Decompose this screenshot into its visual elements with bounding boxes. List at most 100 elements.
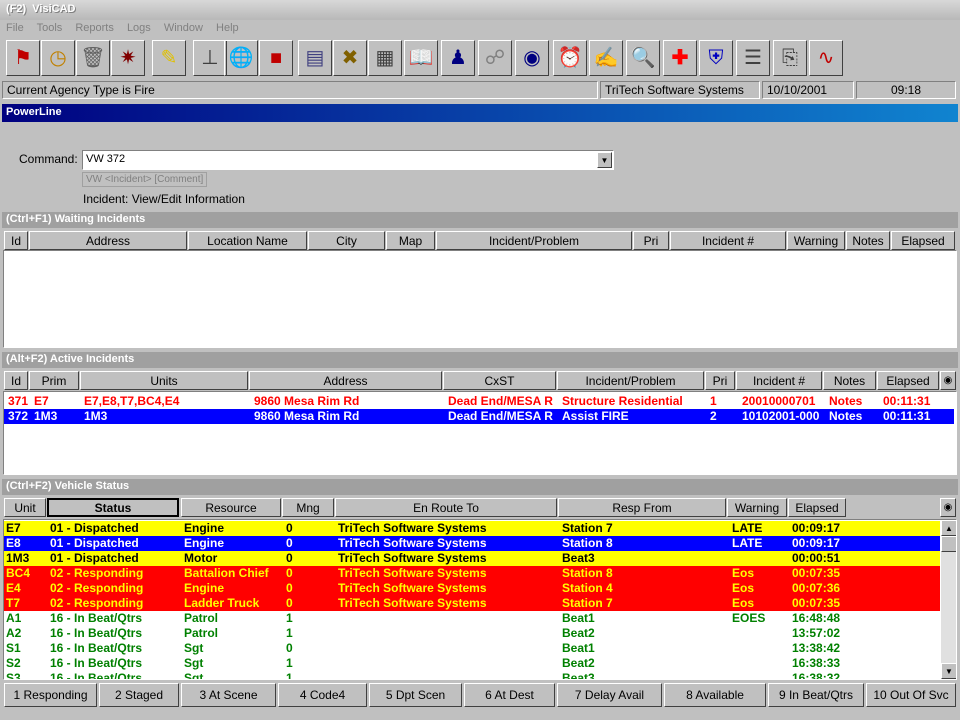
menu-window[interactable]: Window xyxy=(164,22,203,34)
col-unit[interactable]: Unit xyxy=(4,498,46,517)
table-row[interactable]: E8 01 - Dispatched Engine 0 TriTech Software… xyxy=(4,536,940,551)
col-elapsed[interactable]: Elapsed xyxy=(891,231,955,250)
table-row[interactable]: S2 16 - In Beat/Qtrs Sgt 1 Beat2 16:38:33 xyxy=(4,656,940,671)
table-row[interactable]: BC4 02 - Responding Battalion Chief 0 TriTec… xyxy=(4,566,940,581)
chevron-down-icon[interactable]: ▼ xyxy=(597,152,612,168)
col-map[interactable]: Map xyxy=(386,231,435,250)
menu-logs[interactable]: Logs xyxy=(127,22,151,34)
col-resp-from[interactable]: Resp From xyxy=(558,498,726,517)
cell-enroute: TriTech Software Systems xyxy=(338,596,487,610)
cell-unit: T7 xyxy=(6,596,21,610)
col-warning[interactable]: Warning xyxy=(727,498,787,517)
cell-unit: S3 xyxy=(6,671,21,680)
responding-button[interactable]: 1 Responding xyxy=(4,683,97,707)
menu-help[interactable]: Help xyxy=(216,22,239,34)
col-incident-number[interactable]: Incident # xyxy=(736,371,822,390)
antenna-icon[interactable]: ⊥ xyxy=(193,40,227,76)
col-id[interactable]: Id xyxy=(4,231,28,250)
col-incident-problem[interactable]: Incident/Problem xyxy=(557,371,704,390)
red-flag-icon[interactable]: ⚑ xyxy=(6,40,40,76)
code4-button[interactable]: 4 Code4 xyxy=(278,683,367,707)
shield-icon[interactable]: ⛨ xyxy=(699,40,733,76)
binoculars-icon[interactable]: ◉ xyxy=(940,371,956,390)
col-units[interactable]: Units xyxy=(80,371,248,390)
command-input[interactable]: VW 372 ▼ xyxy=(82,150,614,170)
col-warning[interactable]: Warning xyxy=(787,231,845,250)
col-id[interactable]: Id xyxy=(4,371,28,390)
col-address[interactable]: Address xyxy=(29,231,187,250)
table-row[interactable]: E4 02 - Responding Engine 0 TriTech Software… xyxy=(4,581,940,596)
menu-reports[interactable]: Reports xyxy=(75,22,114,34)
in-beat-qtrs-button[interactable]: 9 In Beat/Qtrs xyxy=(768,683,864,707)
active-incidents-list[interactable]: 371 E7 E7,E8,T7,BC4,E4 9860 Mesa Rim Rd … xyxy=(3,391,957,475)
table-row[interactable]: A2 16 - In Beat/Qtrs Patrol 1 Beat2 13:57:02 xyxy=(4,626,940,641)
cell-status: 02 - Responding xyxy=(50,566,144,580)
toolbar: ⚑ ◷ 🗑 ✷ ✎ ⊥ 🌐 ■ ▤ ✖ ▦ 📖 ♟ ☍ ◉ ⏰ ✍ 🔍 ✚ ⛨ … xyxy=(0,38,960,80)
menu-file[interactable]: File xyxy=(6,22,24,34)
cell-id: 372 xyxy=(8,409,29,423)
table-row[interactable]: S3 16 - In Beat/Qtrs Sgt 1 Beat3 16:38:32 xyxy=(4,671,940,680)
col-mng[interactable]: Mng xyxy=(282,498,334,517)
col-incident-number[interactable]: Incident # xyxy=(670,231,786,250)
link-icon[interactable]: ☍ xyxy=(478,40,512,76)
out-of-svc-button[interactable]: 10 Out Of Svc xyxy=(866,683,956,707)
col-status[interactable]: Status xyxy=(47,498,179,517)
dpt-scen-button[interactable]: 5 Dpt Scen xyxy=(369,683,462,707)
alarm-icon[interactable]: ⏰ xyxy=(553,40,587,76)
col-pri[interactable]: Pri xyxy=(633,231,669,250)
network-icon[interactable]: ✷ xyxy=(111,40,145,76)
red-cross-icon[interactable]: ✚ xyxy=(663,40,697,76)
vertical-scrollbar[interactable]: ▲ ▼ xyxy=(941,520,956,679)
staged-button[interactable]: 2 Staged xyxy=(99,683,179,707)
col-resource[interactable]: Resource xyxy=(181,498,281,517)
col-pri[interactable]: Pri xyxy=(705,371,735,390)
tools-icon[interactable]: ✖ xyxy=(333,40,367,76)
scroll-down-icon[interactable]: ▼ xyxy=(941,663,956,679)
report-icon[interactable]: ▦ xyxy=(368,40,402,76)
table-row[interactable]: T7 02 - Responding Ladder Truck 0 TriTech So… xyxy=(4,596,940,611)
cell-mng: 1 xyxy=(286,611,293,625)
clock-icon[interactable]: ◷ xyxy=(41,40,75,76)
col-notes[interactable]: Notes xyxy=(846,231,890,250)
waiting-incidents-list[interactable] xyxy=(3,250,957,348)
col-notes[interactable]: Notes xyxy=(823,371,876,390)
cell-elapsed: 16:38:32 xyxy=(792,671,841,680)
delay-avail-button[interactable]: 7 Delay Avail xyxy=(557,683,662,707)
table-row[interactable]: E7 01 - Dispatched Engine 0 TriTech Software… xyxy=(4,521,940,536)
table-row[interactable]: 1M3 01 - Dispatched Motor 0 TriTech Software… xyxy=(4,551,940,566)
col-incident-problem[interactable]: Incident/Problem xyxy=(436,231,632,250)
table-row[interactable]: 371 E7 E7,E8,T7,BC4,E4 9860 Mesa Rim Rd … xyxy=(4,394,954,409)
binoculars-icon[interactable]: ◉ xyxy=(940,498,956,517)
scroll-up-icon[interactable]: ▲ xyxy=(941,520,956,536)
available-button[interactable]: 8 Available xyxy=(664,683,766,707)
paper-icon[interactable]: ⎘ xyxy=(773,40,807,76)
trash-icon[interactable]: 🗑 xyxy=(76,40,110,76)
table-row[interactable]: 372 1M3 1M3 9860 Mesa Rim Rd Dead End/ME… xyxy=(4,409,954,424)
col-elapsed[interactable]: Elapsed xyxy=(877,371,939,390)
col-cxst[interactable]: CxST xyxy=(443,371,556,390)
firetruck-icon[interactable]: ■ xyxy=(259,40,293,76)
col-elapsed[interactable]: Elapsed xyxy=(788,498,846,517)
chart-icon[interactable]: ∿ xyxy=(809,40,843,76)
pencil-icon[interactable]: ✎ xyxy=(152,40,186,76)
eye-icon[interactable]: ◉ xyxy=(515,40,549,76)
col-en-route-to[interactable]: En Route To xyxy=(335,498,557,517)
edit-icon[interactable]: ✍ xyxy=(589,40,623,76)
list-icon[interactable]: ☰ xyxy=(736,40,770,76)
book-icon[interactable]: 📖 xyxy=(404,40,438,76)
table-row[interactable]: A1 16 - In Beat/Qtrs Patrol 1 Beat1 EOES 16:48… xyxy=(4,611,940,626)
search-icon[interactable]: 🔍 xyxy=(626,40,660,76)
col-location-name[interactable]: Location Name xyxy=(188,231,307,250)
stack-icon[interactable]: ▤ xyxy=(298,40,332,76)
vehicle-status-list[interactable]: E7 01 - Dispatched Engine 0 TriTech Software… xyxy=(3,519,957,680)
at-scene-button[interactable]: 3 At Scene xyxy=(181,683,276,707)
people-icon[interactable]: ♟ xyxy=(441,40,475,76)
menu-tools[interactable]: Tools xyxy=(37,22,63,34)
globe-icon[interactable]: 🌐 xyxy=(224,40,258,76)
at-dest-button[interactable]: 6 At Dest xyxy=(464,683,555,707)
col-prim[interactable]: Prim xyxy=(29,371,79,390)
scroll-thumb[interactable] xyxy=(941,536,956,552)
table-row[interactable]: S1 16 - In Beat/Qtrs Sgt 0 Beat1 13:38:42 xyxy=(4,641,940,656)
col-city[interactable]: City xyxy=(308,231,385,250)
col-address[interactable]: Address xyxy=(249,371,442,390)
